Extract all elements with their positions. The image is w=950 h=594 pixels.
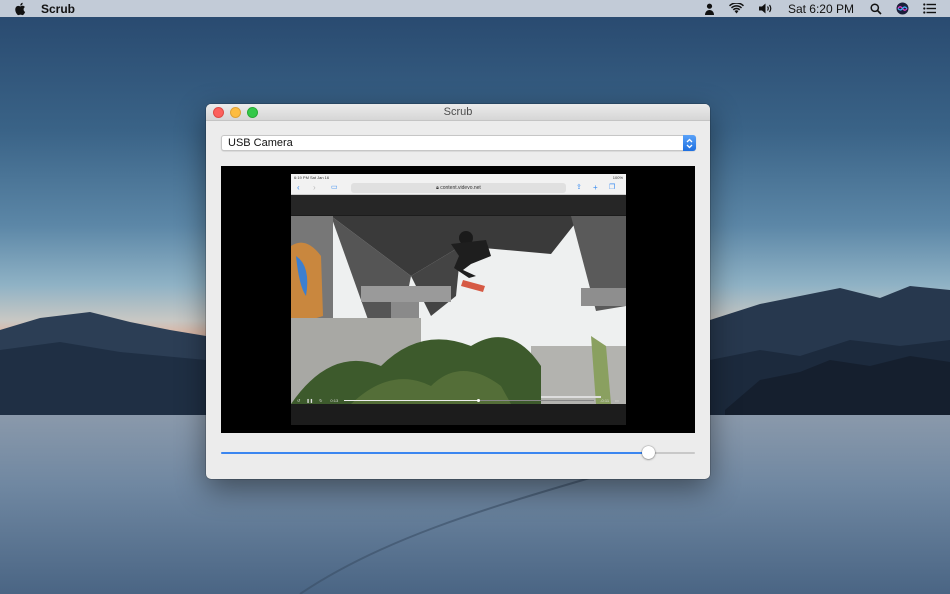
search-icon[interactable] [870,2,882,15]
wifi-icon[interactable] [728,3,744,14]
apple-icon[interactable] [14,2,28,16]
menu-bar: Scrub Sat 6:20 PM [0,0,950,17]
ipad-status-bar: 6:19 PM Sat Jan 16 100% [291,174,626,181]
ipad-page-header [291,195,626,215]
back-icon: ‹ [297,183,300,192]
ipad-address-bar: 🔒︎ content.videvo.net [351,183,566,193]
window-title: Scrub [443,106,473,118]
share-icon: ⇪ [576,184,582,191]
book-icon: ▭ [331,184,338,191]
rewind-icon: ↺ [297,397,301,403]
scrub-window: Scrub USB Camera 6:19 PM Sat Jan 16 100%… [206,104,710,479]
ipad-browser-toolbar: ‹ › ▭ 🔒︎ content.videvo.net ⇪ + ❐ [291,181,626,195]
user-icon[interactable] [704,3,715,15]
slider-thumb[interactable] [641,446,655,459]
pause-icon: ❚❚ [306,397,314,403]
notification-center-icon[interactable] [923,3,936,14]
video-progress [344,398,595,402]
lock-icon: 🔒︎ [436,185,439,191]
video-frame [291,216,626,404]
ipad-status-battery: 100% [612,175,623,180]
scrub-slider[interactable] [221,444,695,462]
ipad-status-time: 6:19 PM Sat Jan 16 [294,175,330,180]
video-controls: ↺ ❚❚ ↻ 0:13 -0:11 ▭ [291,396,626,404]
camera-select[interactable]: USB Camera [221,135,696,151]
tabs-icon: ❐ [609,184,616,191]
camera-select-value: USB Camera [228,137,293,149]
volume-icon[interactable] [758,3,774,14]
title-bar[interactable]: Scrub [206,104,710,121]
slider-fill [221,452,648,454]
forward-icon: › [313,183,316,192]
video-time-right: -0:11 [600,397,610,403]
camera-preview: 6:19 PM Sat Jan 16 100% ‹ › ▭ 🔒︎ content… [221,166,695,433]
siri-icon[interactable] [896,2,909,15]
airplay-icon: ▭ [615,397,619,403]
app-name[interactable]: Scrub [41,2,75,16]
captured-ipad-screen: 6:19 PM Sat Jan 16 100% ‹ › ▭ 🔒︎ content… [291,174,626,425]
plus-icon: + [593,183,598,192]
chevron-updown-icon[interactable] [683,135,696,151]
menu-clock[interactable]: Sat 6:20 PM [788,2,854,16]
video-time-left: 0:13 [330,397,339,403]
ipad-url: content.videvo.net [440,185,481,191]
forward-skip-icon: ↻ [319,397,323,403]
